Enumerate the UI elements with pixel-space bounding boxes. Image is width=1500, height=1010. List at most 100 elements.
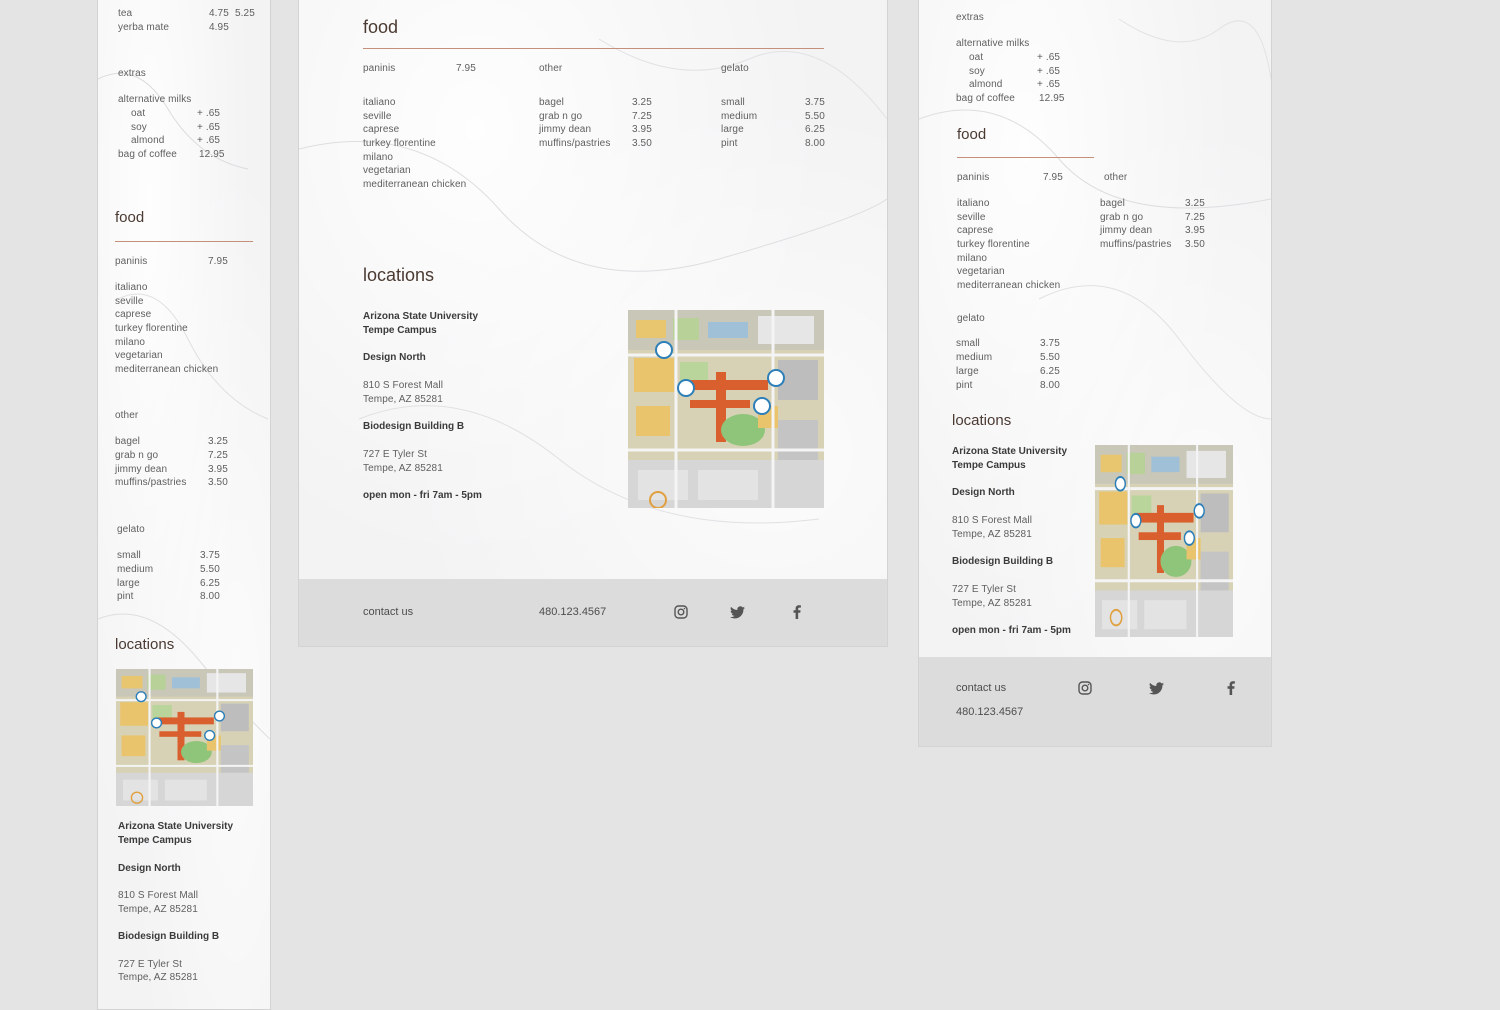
- locations-heading: locations: [952, 412, 1012, 429]
- location-address: 727 E Tyler St: [363, 449, 428, 460]
- menu-item-name: vegetarian: [363, 165, 411, 176]
- menu-item-name: caprese: [363, 124, 400, 135]
- location-address: 810 S Forest Mall: [952, 515, 1033, 526]
- food-heading: food: [115, 209, 145, 226]
- section-label: other: [1104, 172, 1128, 183]
- location-name: Biodesign Building B: [118, 931, 220, 942]
- menu-item-price: + .65: [197, 108, 221, 119]
- menu-item-price: + .65: [1037, 52, 1061, 63]
- menu-item-price: + .65: [197, 122, 221, 133]
- menu-item-name: medium: [721, 111, 758, 122]
- location-address: 727 E Tyler St: [118, 959, 183, 970]
- menu-item-name: alternative milks: [956, 38, 1030, 49]
- phone-number[interactable]: 480.123.4567: [956, 706, 1023, 718]
- location-address: 727 E Tyler St: [952, 584, 1017, 595]
- menu-item-name: milano: [115, 337, 146, 348]
- menu-item-price: 3.50: [208, 477, 228, 488]
- menu-item-name: soy: [131, 122, 147, 133]
- menu-item-name: pint: [956, 380, 973, 391]
- section-label: paninis: [957, 172, 990, 183]
- menu-item-name: soy: [969, 66, 985, 77]
- menu-item-name: vegetarian: [957, 266, 1005, 277]
- menu-item-name: tea: [118, 8, 133, 19]
- menu-item-name: muffins/pastries: [115, 477, 187, 488]
- location-name: Design North: [118, 863, 181, 874]
- menu-item-name: jimmy dean: [539, 124, 592, 135]
- menu-item-name: medium: [956, 352, 993, 363]
- instagram-icon[interactable]: [1078, 681, 1092, 700]
- contact-us-link[interactable]: contact us: [956, 682, 1006, 694]
- menu-item-price: 5.25: [235, 8, 255, 19]
- menu-item-price: 7.95: [456, 63, 476, 74]
- twitter-icon[interactable]: [1149, 682, 1164, 700]
- menu-item-name: oat: [131, 108, 146, 119]
- menu-item-price: 4.95: [209, 22, 229, 33]
- menu-item-name: italiano: [115, 282, 148, 293]
- menu-item-price: 3.95: [208, 464, 228, 475]
- menu-item-price: 7.25: [208, 450, 228, 461]
- menu-item-price: + .65: [1037, 66, 1061, 77]
- menu-item-price: 5.50: [1040, 352, 1060, 363]
- campus-map-graphic: [116, 669, 253, 806]
- section-label: extras: [956, 12, 984, 23]
- menu-item-name: seville: [957, 212, 986, 223]
- menu-item-price: 12.95: [1039, 93, 1065, 104]
- campus-map[interactable]: [116, 669, 253, 806]
- menu-item-name: muffins/pastries: [539, 138, 611, 149]
- locations-heading: locations: [115, 636, 175, 653]
- phone-number[interactable]: 480.123.4567: [539, 606, 606, 618]
- location-address: Tempe, AZ 85281: [118, 972, 198, 983]
- food-heading: food: [363, 17, 399, 37]
- campus-name: Arizona State University: [952, 446, 1068, 457]
- menu-item-name: medium: [117, 564, 154, 575]
- campus-name: Tempe Campus: [118, 835, 192, 846]
- menu-item-name: grab n go: [1100, 212, 1144, 223]
- food-heading: food: [957, 126, 987, 143]
- facebook-icon[interactable]: [793, 605, 801, 624]
- menu-item-price: 5.50: [805, 111, 825, 122]
- menu-item-price: 3.95: [632, 124, 652, 135]
- section-label: paninis: [363, 63, 396, 74]
- contact-us-link[interactable]: contact us: [363, 606, 413, 618]
- twitter-icon[interactable]: [730, 606, 745, 624]
- mobile-panel: tea 4.75 5.25 yerba mate 4.95 extras alt…: [97, 0, 271, 1010]
- section-label: other: [539, 63, 563, 74]
- location-address: Tempe, AZ 85281: [363, 463, 443, 474]
- menu-item-price: 8.00: [200, 591, 220, 602]
- menu-item-name: grab n go: [115, 450, 159, 461]
- facebook-icon[interactable]: [1227, 681, 1235, 700]
- heading-rule: [957, 157, 1094, 158]
- location-address: Tempe, AZ 85281: [118, 904, 198, 915]
- desktop-panel: food paninis 7.95 italiano seville capre…: [298, 0, 888, 647]
- location-name: Design North: [363, 352, 426, 363]
- menu-item-price: 6.25: [1040, 366, 1060, 377]
- locations-heading: locations: [363, 265, 435, 285]
- menu-item-name: large: [956, 366, 979, 377]
- menu-item-name: vegetarian: [115, 350, 163, 361]
- menu-item-name: mediterranean chicken: [115, 364, 219, 375]
- section-label: extras: [118, 68, 146, 79]
- menu-item-name: italiano: [363, 97, 396, 108]
- location-address: Tempe, AZ 85281: [952, 598, 1032, 609]
- campus-map[interactable]: [628, 310, 824, 508]
- location-name: Biodesign Building B: [363, 421, 465, 432]
- campus-map[interactable]: [1095, 445, 1233, 637]
- menu-item-price: 5.50: [200, 564, 220, 575]
- menu-item-name: jimmy dean: [115, 464, 168, 475]
- menu-item-price: + .65: [197, 135, 221, 146]
- menu-item-name: turkey florentine: [363, 138, 436, 149]
- menu-item-price: 3.95: [1185, 225, 1205, 236]
- menu-item-name: caprese: [115, 309, 152, 320]
- menu-item-name: milano: [957, 253, 988, 264]
- section-label: gelato: [117, 524, 145, 535]
- menu-item-name: jimmy dean: [1100, 225, 1153, 236]
- menu-item-price: 3.50: [1185, 239, 1205, 250]
- hours-text: open mon - fri 7am - 5pm: [363, 490, 482, 501]
- instagram-icon[interactable]: [674, 605, 688, 624]
- section-label: gelato: [957, 313, 985, 324]
- location-address: 810 S Forest Mall: [363, 380, 444, 391]
- footer: contact us 480.123.4567: [299, 579, 887, 646]
- menu-item-name: italiano: [957, 198, 990, 209]
- menu-item-price: 7.25: [1185, 212, 1205, 223]
- menu-item-name: alternative milks: [118, 94, 192, 105]
